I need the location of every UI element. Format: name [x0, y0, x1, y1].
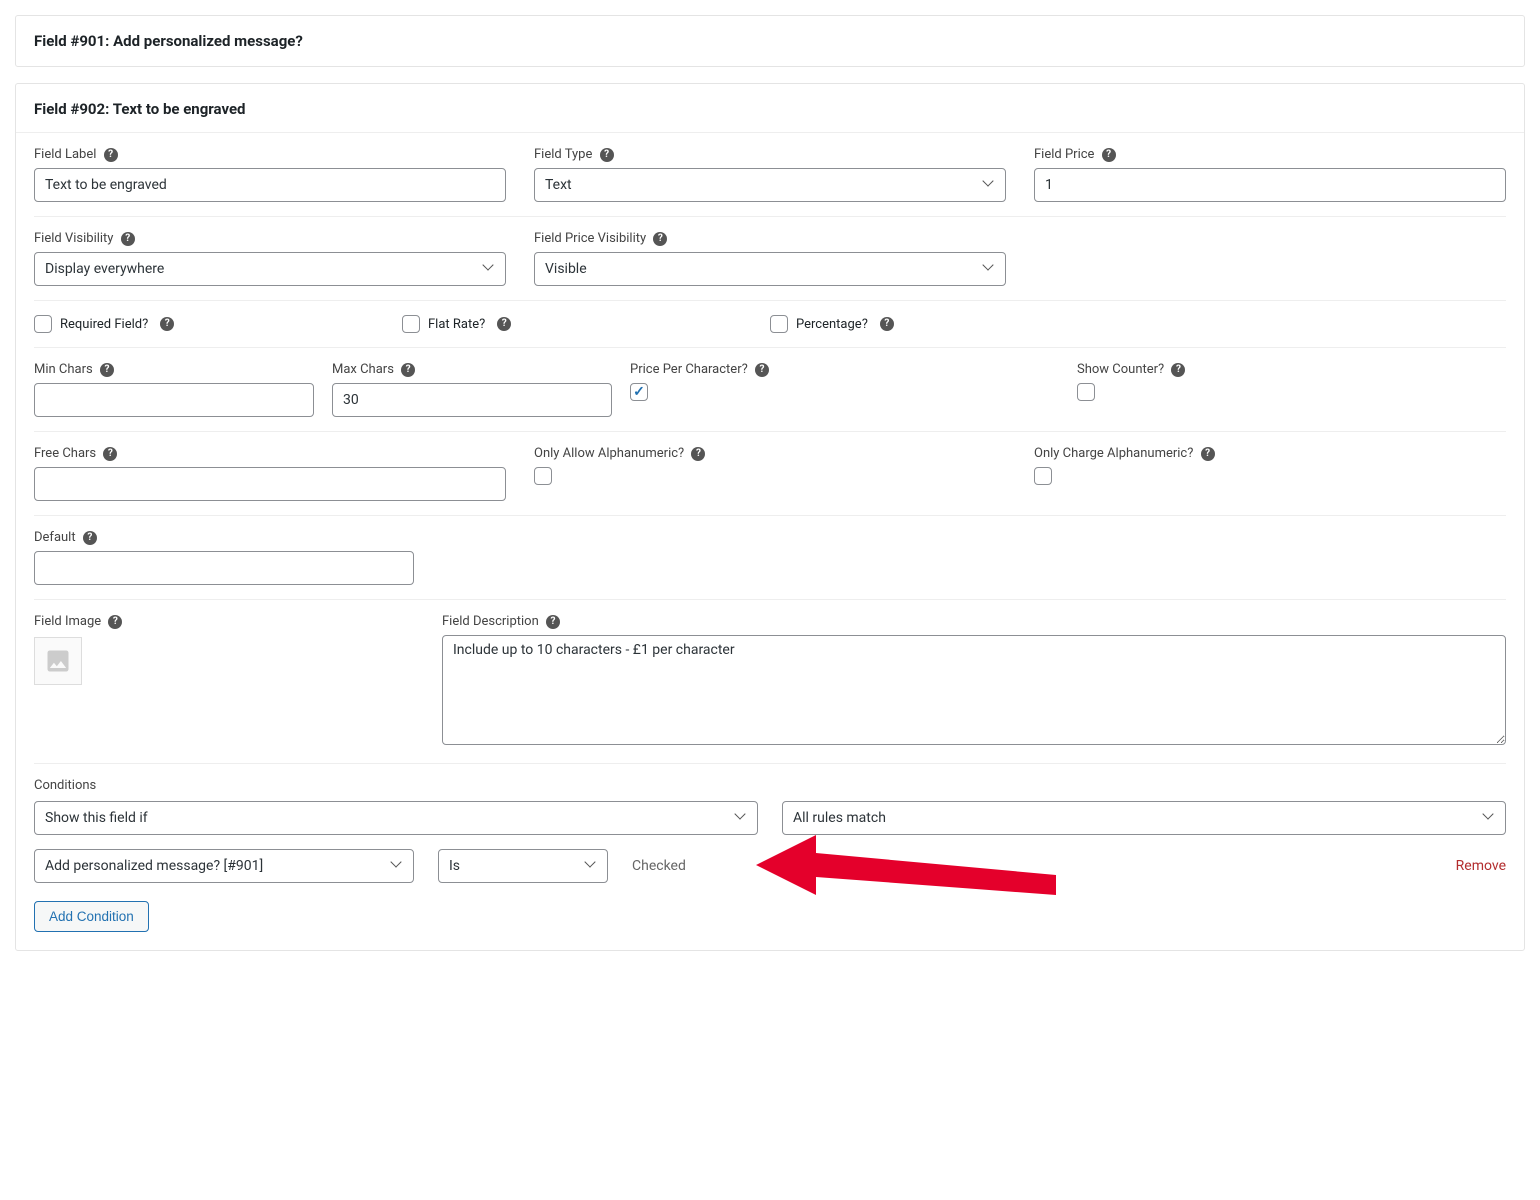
help-icon[interactable]: ? [160, 317, 174, 331]
only-charge-alpha-checkbox[interactable] [1034, 467, 1052, 485]
field-901-title[interactable]: Field #901: Add personalized message? [16, 16, 1524, 66]
condition-match-select[interactable]: All rules match [782, 801, 1506, 835]
percentage-checkbox[interactable] [770, 315, 788, 333]
help-icon[interactable]: ? [546, 615, 560, 629]
field-visibility-select[interactable]: Display everywhere [34, 252, 506, 286]
help-icon[interactable]: ? [691, 447, 705, 461]
help-icon[interactable]: ? [600, 148, 614, 162]
field-visibility-label: Field Visibility ? [34, 231, 506, 246]
required-field-label: Required Field? [60, 317, 148, 332]
field-901-panel[interactable]: Field #901: Add personalized message? [15, 15, 1525, 67]
field-902-panel: Field #902: Text to be engraved Field La… [15, 83, 1525, 951]
only-allow-alpha-checkbox[interactable] [534, 467, 552, 485]
help-icon[interactable]: ? [103, 447, 117, 461]
help-icon[interactable]: ? [401, 363, 415, 377]
default-label: Default ? [34, 530, 414, 545]
help-icon[interactable]: ? [1102, 148, 1116, 162]
help-icon[interactable]: ? [880, 317, 894, 331]
field-image-label: Field Image ? [34, 614, 414, 629]
price-per-char-label: Price Per Character? ? [630, 362, 1059, 377]
condition-value: Checked [632, 858, 1432, 874]
price-per-char-checkbox[interactable] [630, 383, 648, 401]
field-price-visibility-label: Field Price Visibility ? [534, 231, 1006, 246]
help-icon[interactable]: ? [121, 232, 135, 246]
required-field-checkbox[interactable] [34, 315, 52, 333]
field-price-input[interactable] [1034, 168, 1506, 202]
add-condition-button[interactable]: Add Condition [34, 901, 149, 932]
help-icon[interactable]: ? [104, 148, 118, 162]
only-charge-alpha-label: Only Charge Alphanumeric? ? [1034, 446, 1506, 461]
only-allow-alpha-label: Only Allow Alphanumeric? ? [534, 446, 1006, 461]
min-chars-input[interactable] [34, 383, 314, 417]
help-icon[interactable]: ? [83, 531, 97, 545]
help-icon[interactable]: ? [497, 317, 511, 331]
default-input[interactable] [34, 551, 414, 585]
flat-rate-checkbox[interactable] [402, 315, 420, 333]
percentage-label: Percentage? [796, 317, 868, 332]
field-description-label: Field Description ? [442, 614, 1506, 629]
help-icon[interactable]: ? [108, 615, 122, 629]
max-chars-input[interactable] [332, 383, 612, 417]
max-chars-label: Max Chars ? [332, 362, 612, 377]
free-chars-label: Free Chars ? [34, 446, 506, 461]
field-label-label: Field Label ? [34, 147, 506, 162]
free-chars-input[interactable] [34, 467, 506, 501]
min-chars-label: Min Chars ? [34, 362, 314, 377]
help-icon[interactable]: ? [1201, 447, 1215, 461]
image-icon [44, 647, 72, 675]
field-price-visibility-select[interactable]: Visible [534, 252, 1006, 286]
help-icon[interactable]: ? [1171, 363, 1185, 377]
condition-operator-select[interactable]: Is [438, 849, 608, 883]
field-902-title[interactable]: Field #902: Text to be engraved [16, 84, 1524, 133]
help-icon[interactable]: ? [100, 363, 114, 377]
show-counter-checkbox[interactable] [1077, 383, 1095, 401]
remove-condition-link[interactable]: Remove [1456, 858, 1506, 874]
help-icon[interactable]: ? [755, 363, 769, 377]
condition-action-select[interactable]: Show this field if [34, 801, 758, 835]
field-type-select[interactable]: Text [534, 168, 1006, 202]
flat-rate-label: Flat Rate? [428, 317, 485, 332]
show-counter-label: Show Counter? ? [1077, 362, 1506, 377]
condition-field-select[interactable]: Add personalized message? [#901] [34, 849, 414, 883]
field-price-label: Field Price ? [1034, 147, 1506, 162]
field-type-label: Field Type ? [534, 147, 1006, 162]
field-image-placeholder[interactable] [34, 637, 82, 685]
field-description-textarea[interactable] [442, 635, 1506, 745]
conditions-label: Conditions [34, 778, 1506, 793]
field-label-input[interactable] [34, 168, 506, 202]
help-icon[interactable]: ? [653, 232, 667, 246]
